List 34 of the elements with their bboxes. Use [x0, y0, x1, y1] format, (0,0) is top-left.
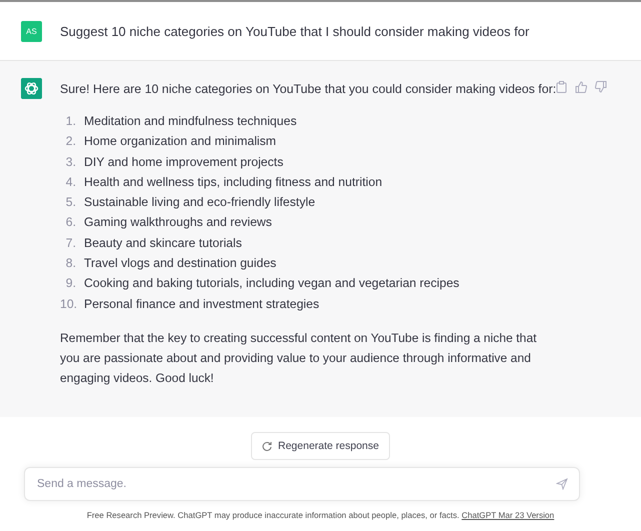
list-number: 10.	[60, 296, 76, 313]
list-number: 7.	[64, 234, 76, 252]
list-item: Travel vlogs and destination guides	[84, 255, 276, 272]
send-icon[interactable]	[556, 478, 568, 490]
list-item: Beauty and skincare tutorials	[84, 234, 242, 252]
list-number: 5.	[64, 194, 76, 212]
list-number: 6.	[64, 214, 76, 232]
user-message: Suggest 10 niche categories on YouTube that I should consider making videos for	[60, 24, 530, 38]
list-item: Personal finance and investment strategies	[84, 296, 320, 313]
assistant-closing: Remember that the key to creating successful content on YouTube is finding a niche that you are passionate about and providing value to your audience through informative and engaging videos. Good luck!	[60, 330, 538, 387]
list-number: 2.	[64, 133, 76, 150]
list-item: Meditation and mindfulness techniques	[84, 113, 297, 130]
list-number: 8.	[64, 255, 76, 272]
list-item: Home organization and minimalism	[84, 133, 276, 150]
clipboard-icon[interactable]	[556, 81, 568, 93]
regenerate-button[interactable]: Regenerate response	[251, 432, 390, 460]
list-number: 9.	[64, 275, 76, 292]
logo-icon	[21, 78, 42, 99]
list-item: Cooking and baking tutorials, including vegan and vegetarian recipes	[84, 275, 460, 292]
list-number: 3.	[64, 154, 76, 171]
list-item: Health and wellness tips, including fitness and nutrition	[84, 174, 382, 191]
thumbs-down-icon[interactable]	[595, 81, 608, 93]
user-avatar: AS	[21, 20, 42, 42]
list-number: 1.	[64, 113, 76, 130]
assistant-intro: Sure! Here are 10 niche categories on YouTube that you could consider making videos for:	[60, 81, 556, 98]
refresh-icon	[262, 441, 272, 451]
list-item: Gaming walkthroughs and reviews	[84, 214, 272, 232]
list-item: Sustainable living and eco-friendly lifestyle	[84, 194, 316, 212]
thumbs-up-icon[interactable]	[575, 81, 588, 93]
message-input[interactable]: Send a message.	[24, 467, 580, 501]
list-number: 4.	[64, 174, 76, 191]
list-item: DIY and home improvement projects	[84, 154, 284, 171]
footer-disclaimer: Free Research Preview. ChatGPT may produce inaccurate information about people, places, or facts.	[86, 510, 460, 520]
version-link[interactable]: ChatGPT Mar 23 Version	[462, 510, 554, 520]
